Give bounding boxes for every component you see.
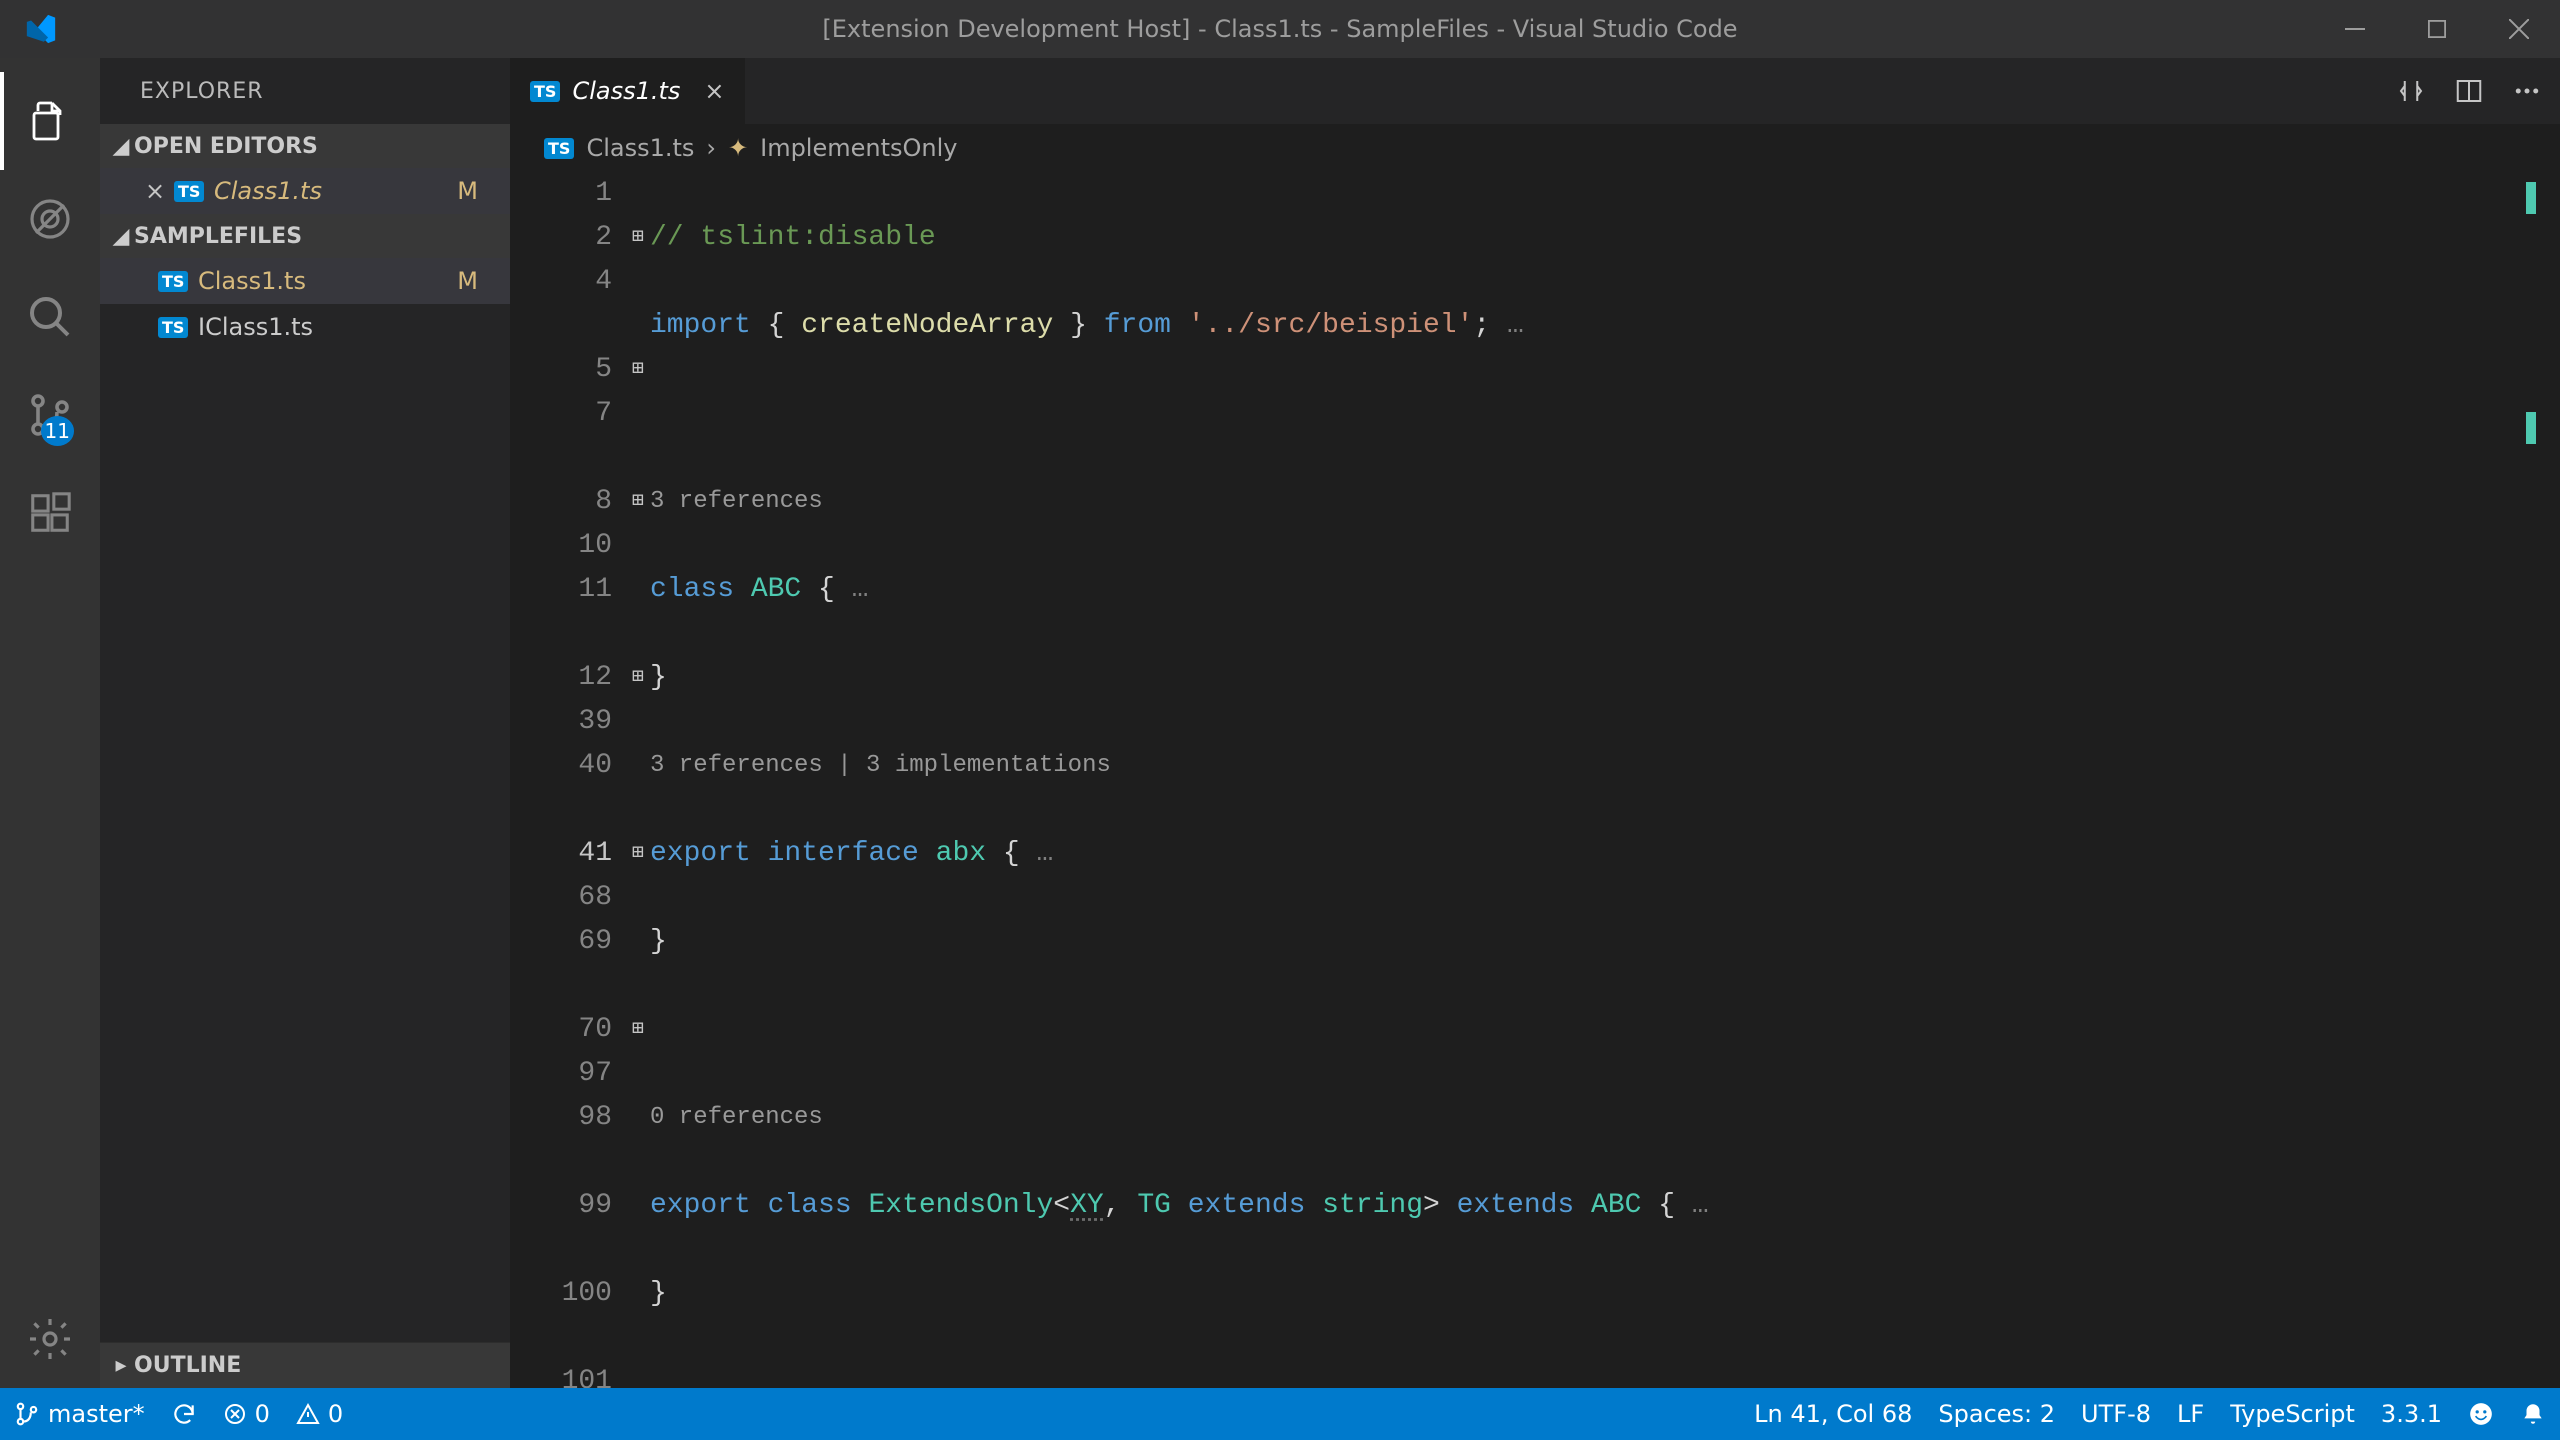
minimize-button[interactable] xyxy=(2314,0,2396,58)
git-branch-status[interactable]: master* xyxy=(14,1400,145,1428)
typescript-file-icon: TS xyxy=(530,81,560,102)
codelens[interactable]: 3 references | 3 implementations xyxy=(650,744,2560,788)
tab-actions xyxy=(2396,58,2560,124)
fold-expand-icon[interactable]: ⊞ xyxy=(626,1008,650,1052)
encoding-status[interactable]: UTF-8 xyxy=(2081,1400,2151,1428)
file-item-class1[interactable]: TS Class1.ts M xyxy=(100,258,510,304)
vscode-logo-icon xyxy=(24,12,58,46)
title-bar: [Extension Development Host] - Class1.ts… xyxy=(0,0,2560,58)
language-status[interactable]: TypeScript xyxy=(2230,1400,2355,1428)
typescript-file-icon: TS xyxy=(174,181,204,202)
sidebar-title: EXPLORER xyxy=(100,58,510,124)
chevron-down-icon: ◢ xyxy=(108,134,134,159)
chevron-right-icon: ▸ xyxy=(108,1353,134,1378)
scm-badge: 11 xyxy=(41,416,74,446)
errors-status[interactable]: 0 xyxy=(223,1400,270,1428)
cursor-position-status[interactable]: Ln 41, Col 68 xyxy=(1754,1400,1912,1428)
more-icon[interactable] xyxy=(2512,76,2542,106)
file-item-iclass1[interactable]: TS IClass1.ts xyxy=(100,304,510,350)
chevron-down-icon: ◢ xyxy=(108,224,134,249)
activity-bar: 11 xyxy=(0,58,100,1388)
codelens[interactable]: 0 references xyxy=(650,1096,2560,1140)
fold-expand-icon[interactable]: ⊞ xyxy=(626,480,650,524)
chevron-right-icon: › xyxy=(706,134,716,162)
close-window-button[interactable] xyxy=(2478,0,2560,58)
split-editor-icon[interactable] xyxy=(2454,76,2484,106)
status-bar: master* 0 0 Ln 41, Col 68 Spaces: 2 UTF-… xyxy=(0,1388,2560,1440)
folder-header[interactable]: ◢ SAMPLEFILES xyxy=(100,214,510,258)
indentation-status[interactable]: Spaces: 2 xyxy=(1938,1400,2055,1428)
settings-activity[interactable] xyxy=(0,1290,100,1388)
close-tab-icon[interactable]: × xyxy=(704,77,724,105)
typescript-file-icon: TS xyxy=(158,317,188,338)
typescript-file-icon: TS xyxy=(158,271,188,292)
overview-ruler[interactable] xyxy=(2526,172,2536,1388)
search-activity-disabled-icon[interactable] xyxy=(0,170,100,268)
fold-gutter: ⊞ ⊞ ⊞ ⊞ ⊞ ⊞ xyxy=(626,172,650,1388)
sidebar: EXPLORER ◢ OPEN EDITORS × TS Class1.ts M… xyxy=(100,58,510,1388)
breadcrumb-symbol[interactable]: ImplementsOnly xyxy=(760,134,957,162)
fold-expand-icon[interactable]: ⊞ xyxy=(626,656,650,700)
maximize-button[interactable] xyxy=(2396,0,2478,58)
feedback-icon[interactable] xyxy=(2468,1401,2494,1427)
fold-expand-icon[interactable]: ⊞ xyxy=(626,348,650,392)
scm-activity[interactable]: 11 xyxy=(0,366,100,464)
fold-expand-icon[interactable]: ⊞ xyxy=(626,216,650,260)
breadcrumbs[interactable]: TS Class1.ts › ✦ ImplementsOnly xyxy=(510,124,2560,172)
editor-group: TS Class1.ts × TS Class1.ts › ✦ Implemen… xyxy=(510,58,2560,1388)
warnings-status[interactable]: 0 xyxy=(296,1400,343,1428)
fold-expand-icon[interactable]: ⊞ xyxy=(626,832,650,876)
line-number-gutter: 1 2 4 5 7 8 10 11 12 39 40 41 68 69 70 xyxy=(510,172,626,1388)
eol-status[interactable]: LF xyxy=(2177,1400,2204,1428)
close-icon[interactable]: × xyxy=(136,177,174,205)
explorer-activity[interactable] xyxy=(0,72,100,170)
breadcrumb-file[interactable]: Class1.ts xyxy=(586,134,694,162)
modified-indicator: M xyxy=(457,177,478,205)
extensions-activity[interactable] xyxy=(0,464,100,562)
code-editor[interactable]: 1 2 4 5 7 8 10 11 12 39 40 41 68 69 70 xyxy=(510,172,2560,1388)
code-content[interactable]: // tslint:disable import { createNodeArr… xyxy=(650,172,2560,1388)
tab-bar: TS Class1.ts × xyxy=(510,58,2560,124)
search-activity[interactable] xyxy=(0,268,100,366)
class-symbol-icon: ✦ xyxy=(728,134,748,162)
notifications-icon[interactable] xyxy=(2520,1401,2546,1427)
tab-class1[interactable]: TS Class1.ts × xyxy=(510,58,746,124)
modified-indicator: M xyxy=(457,267,478,295)
open-editor-item[interactable]: × TS Class1.ts M xyxy=(100,168,510,214)
sync-status[interactable] xyxy=(171,1401,197,1427)
ts-version-status[interactable]: 3.3.1 xyxy=(2381,1400,2442,1428)
compare-icon[interactable] xyxy=(2396,76,2426,106)
outline-header[interactable]: ▸ OUTLINE xyxy=(100,1342,510,1388)
window-title: [Extension Development Host] - Class1.ts… xyxy=(0,15,2560,43)
codelens[interactable]: 3 references xyxy=(650,480,2560,524)
open-editors-header[interactable]: ◢ OPEN EDITORS xyxy=(100,124,510,168)
typescript-file-icon: TS xyxy=(544,138,574,159)
